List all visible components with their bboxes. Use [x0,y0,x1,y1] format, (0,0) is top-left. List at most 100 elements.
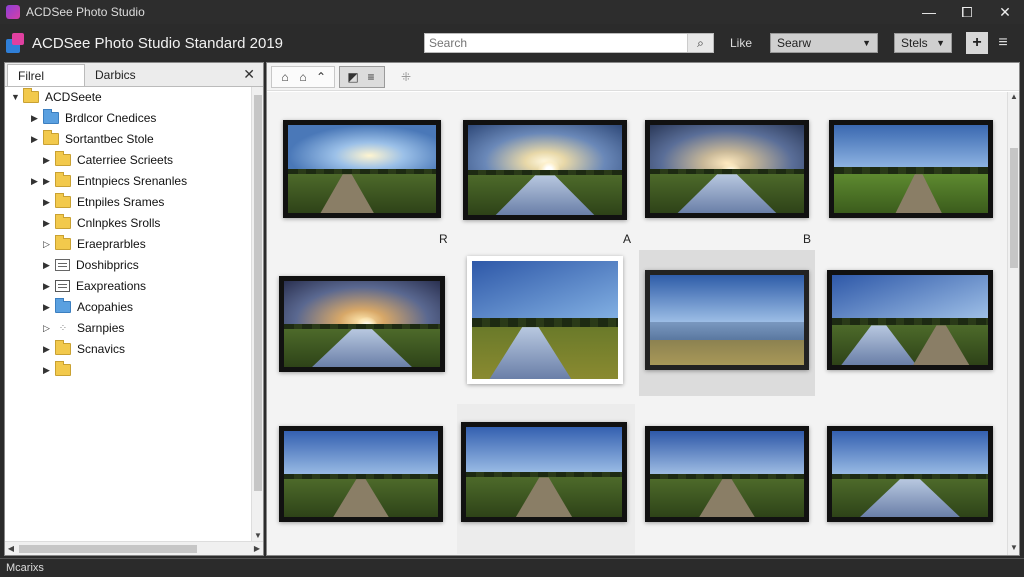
caret-down-icon[interactable]: ▼ [11,92,23,102]
caret-right-icon[interactable]: ▶ [43,155,55,166]
tree-item[interactable]: ▶ Etnpiles Srames [43,192,164,212]
caret-right-icon[interactable]: ▶ [31,134,43,145]
scrollbar-thumb[interactable] [1010,148,1018,268]
tree-item[interactable]: ▶ Eaxpreations [43,276,146,296]
thumbnail[interactable] [279,276,445,372]
view-button-group: ⌂ ⌂ ⌃ [271,65,335,88]
caret-right-icon[interactable]: ▶ [43,302,55,313]
up-arrow-icon[interactable]: ⌃ [312,68,330,86]
folder-icon [55,172,71,187]
tree-item-label: Eraeprarbles [77,237,146,251]
tree-item-label: Acopahies [77,300,134,314]
tree-item-label: Doshibprics [76,258,139,272]
tree-item-label: Cnlnpkes Srolls [77,216,161,230]
folder-outline-icon [55,280,70,292]
folder-tree-vertical-scrollbar[interactable]: ▼ [251,87,263,543]
like-label: Like [730,36,753,50]
tree-item[interactable]: ▷ Eraeprarbles [43,234,146,254]
tree-item[interactable]: ▶ Acopahies [43,297,133,317]
thumbnail[interactable] [827,270,993,370]
scroll-left-arrow-icon[interactable]: ◀ [5,542,17,556]
caret-right-icon[interactable]: ▶ [31,113,43,124]
thumbnail-vertical-scrollbar[interactable]: ▲ ▼ [1007,92,1019,555]
scroll-down-arrow-icon[interactable]: ▼ [1008,543,1020,555]
thumbnail-view-icon[interactable]: ◩ [344,68,362,86]
search-input[interactable] [425,34,687,52]
close-icon[interactable]: ✕ [243,66,255,83]
caret-right-icon[interactable]: ▶ [31,176,43,187]
caret-right-icon[interactable]: ▶ [43,218,55,229]
scrollbar-thumb[interactable] [19,545,197,553]
search-icon[interactable]: ⌕ [687,34,713,52]
thumbnail[interactable] [645,426,809,522]
caret-right-icon[interactable]: ▶ [43,197,55,208]
stats-dropdown[interactable]: Stels ▼ [894,33,952,53]
caret-right-icon[interactable]: ▶ [43,176,55,187]
thumbnail[interactable] [827,426,993,522]
app-icon [6,5,20,19]
scrollbar-thumb[interactable] [254,95,262,491]
thumbnail-grid: R A B [267,92,1007,555]
filter-icon[interactable]: ⁜ [397,68,415,86]
tree-item[interactable]: ▶ Scnavics [43,339,125,359]
folder-up-icon[interactable]: ⌂ [294,68,312,86]
acdsee-logo-icon [6,33,26,53]
app-title: ACDSee Photo Studio Standard 2019 [32,34,284,52]
tree-item[interactable]: ▶ [43,360,77,380]
app-header: ACDSee Photo Studio Standard 2019 ⌕ Like… [0,24,1024,62]
tree-item-label: Entnpiecs Srenanles [77,174,188,188]
tree-item[interactable]: ▶ Sortantbec Stole [31,129,154,149]
tree-item[interactable]: ▶ Doshibprics [43,255,139,275]
folder-tree: ▼ ACDSeete ▶ Brdlcor Cnedices ▶ Sortantb… [5,87,263,535]
tree-item[interactable]: ▶ Cnlnpkes Srolls [43,213,160,233]
chevron-down-icon: ▼ [936,38,945,48]
minimize-button[interactable]: — [910,0,948,24]
browser-toolbar: ⌂ ⌂ ⌃ ◩ ≡ ⁜ [267,63,1019,91]
folder-icon [55,214,71,229]
search-mode-dropdown[interactable]: Searw ▼ [770,33,878,53]
title-bar: ACDSee Photo Studio — ⧠ ✕ [0,0,1024,24]
thumbnail[interactable] [283,120,441,218]
tree-item[interactable]: ▶ Caterriee Scrieets [43,150,173,170]
thumbnail[interactable] [829,120,993,218]
caret-right-icon[interactable]: ▶ [43,344,55,355]
caret-right-icon[interactable]: ▶ [43,260,55,271]
caret-right-icon[interactable]: ▷ [43,323,55,334]
thumbnail[interactable] [461,422,627,522]
home-icon[interactable]: ⌂ [276,68,294,86]
scroll-up-arrow-icon[interactable]: ▲ [1008,92,1020,104]
maximize-button[interactable]: ⧠ [948,0,986,24]
tree-item[interactable]: ▶ Brdlcor Cnedices [31,108,156,128]
tab-folders[interactable]: Filrel [7,64,85,86]
blue-folder-icon [55,298,71,313]
list-view-icon[interactable]: ≡ [362,68,380,86]
folder-icon [23,88,39,103]
dots-icon: ⁘ [58,322,68,334]
tree-item-label: ACDSeete [45,90,102,104]
caret-right-icon[interactable]: ▶ [43,281,55,292]
folder-icon [55,361,71,376]
caret-right-icon[interactable]: ▶ [43,365,55,376]
hamburger-menu-icon[interactable]: ≡ [992,32,1014,54]
caret-right-icon[interactable]: ▷ [43,239,55,250]
search-box: ⌕ [424,33,714,53]
tree-item-label: Brdlcor Cnedices [65,111,157,125]
tree-item[interactable]: ▶ ▶ Entnpiecs Srenanles [31,171,187,191]
tab-details[interactable]: Darbics [85,64,146,86]
tree-item-label: Scnavics [77,342,126,356]
tree-item[interactable]: ▷ ⁘ Sarnpies [43,318,124,338]
thumbnail[interactable] [279,426,443,522]
thumbnail[interactable] [463,120,627,220]
close-window-button[interactable]: ✕ [986,0,1024,24]
scroll-right-arrow-icon[interactable]: ▶ [251,542,263,556]
layout-button-group: ◩ ≡ [339,65,385,88]
thumbnail[interactable] [467,256,623,384]
thumbnail[interactable] [645,120,809,218]
folder-tree-horizontal-scrollbar[interactable]: ◀ ▶ [5,541,263,555]
search-mode-value: Searw [777,36,812,50]
folder-icon [55,151,71,166]
thumbnail[interactable] [645,270,809,370]
add-button[interactable]: + [966,32,988,54]
tree-item[interactable]: ▼ ACDSeete [11,87,102,107]
thumbnail-label: B [803,232,812,246]
